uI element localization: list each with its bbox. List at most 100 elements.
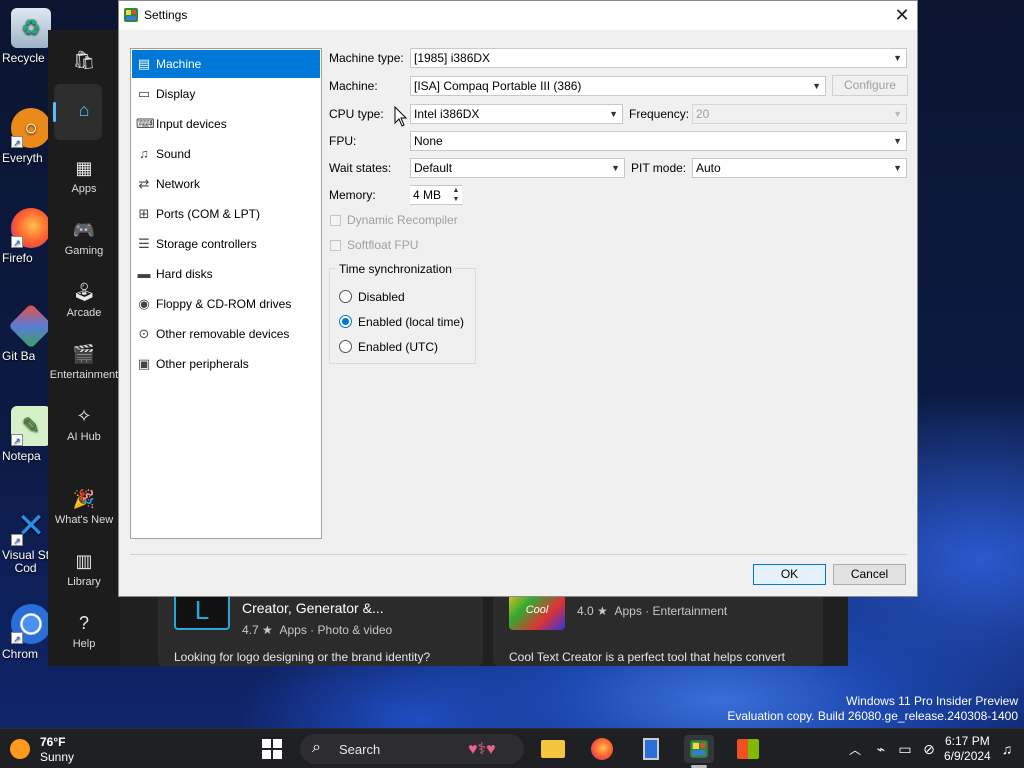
taskbar: 76°F Sunny ⌕ Search ♥⚕♥ ︿ ⌁ ▭ ⊘ 6:17 PM … bbox=[0, 728, 1024, 768]
spin-up-icon[interactable]: ▲ bbox=[450, 186, 462, 195]
rail-item-arcade[interactable]: 🕹 Arcade bbox=[48, 280, 120, 319]
nav-item-input-devices[interactable]: ⌨ Input devices bbox=[132, 110, 320, 138]
frequency-select[interactable]: 20 ▼ bbox=[692, 104, 907, 124]
rail-item-library[interactable]: ▥ Library bbox=[48, 549, 120, 588]
clapper-icon: 🎬 bbox=[72, 344, 96, 364]
fpu-select[interactable]: None ▼ bbox=[410, 131, 907, 151]
nav-item-hard-disks[interactable]: ▬ Hard disks bbox=[132, 260, 320, 288]
settings-dialog: Settings ✕ ▤ Machine ▭ Display ⌨ Input d… bbox=[118, 0, 918, 597]
clock-date: 6/9/2024 bbox=[944, 749, 991, 763]
softfloat-checkbox[interactable] bbox=[330, 240, 341, 251]
nav-item-other-peripherals[interactable]: ▣ Other peripherals bbox=[132, 350, 320, 378]
ok-button[interactable]: OK bbox=[753, 564, 826, 585]
sound-icon: ♫ bbox=[139, 146, 149, 161]
cpu-type-select[interactable]: Intel i386DX ▼ bbox=[410, 104, 623, 124]
time-sync-title: Time synchronization bbox=[337, 262, 454, 276]
memory-spinbox[interactable]: 4 MB ▲ ▼ bbox=[410, 185, 462, 205]
close-button[interactable]: ✕ bbox=[887, 1, 917, 30]
rail-label: Gaming bbox=[64, 245, 104, 257]
machine-icon: ▤ bbox=[137, 56, 151, 71]
rail-item-gaming[interactable]: 🎮 Gaming bbox=[48, 218, 120, 257]
taskbar-firefox[interactable] bbox=[587, 735, 617, 763]
nav-item-storage-controllers[interactable]: ☰ Storage controllers bbox=[132, 230, 320, 258]
notification-bell-icon[interactable]: ♫ bbox=[996, 735, 1018, 763]
start-button[interactable] bbox=[257, 735, 287, 763]
card-category: Photo & video bbox=[317, 623, 393, 637]
rail-item-ai-hub[interactable]: ✧ AI Hub bbox=[48, 404, 120, 443]
taskbar-store[interactable] bbox=[733, 735, 763, 763]
spin-buttons[interactable]: ▲ ▼ bbox=[450, 186, 462, 204]
rail-label: Entertainment bbox=[49, 369, 119, 381]
recycle-bin-icon: ♻ bbox=[11, 8, 51, 48]
desktop-icon-label: Firefo bbox=[2, 251, 33, 265]
desktop-icon-label: Notepa bbox=[2, 449, 41, 463]
taskbar-terminal[interactable] bbox=[636, 735, 666, 763]
desktop-icon-label: Chrom bbox=[2, 647, 39, 661]
machine-type-label: Machine type: bbox=[329, 51, 404, 65]
app-icon bbox=[124, 8, 138, 22]
nav-item-display[interactable]: ▭ Display bbox=[132, 80, 320, 108]
card-category: Apps bbox=[614, 604, 642, 618]
store-app-card[interactable]: Cool 4.0 ★ Apps · Entertainment Cool Tex… bbox=[493, 590, 823, 666]
taskbar-search[interactable]: ⌕ Search ♥⚕♥ bbox=[300, 734, 524, 764]
store-app-card[interactable]: L Creator, Generator &... 4.7 ★ Apps · P… bbox=[158, 590, 483, 666]
rail-item-help[interactable]: ? Help bbox=[48, 611, 120, 650]
nav-item-network[interactable]: ⇄ Network bbox=[132, 170, 320, 198]
volume-icon[interactable]: ⊘ bbox=[918, 735, 940, 763]
fpu-value: None bbox=[414, 134, 443, 148]
chevron-down-icon: ▼ bbox=[812, 81, 821, 91]
dynamic-recompiler-label: Dynamic Recompiler bbox=[347, 213, 458, 227]
nav-item-label: Other peripherals bbox=[156, 357, 249, 371]
wait-states-select[interactable]: Default ▼ bbox=[410, 158, 625, 178]
dialog-separator bbox=[130, 554, 907, 555]
system-clock[interactable]: 6:17 PM 6/9/2024 bbox=[944, 734, 991, 764]
rail-item-apps[interactable]: ▦ Apps bbox=[48, 156, 120, 195]
nav-item-machine[interactable]: ▤ Machine bbox=[132, 50, 320, 78]
radio-enabled-utc[interactable] bbox=[339, 340, 352, 353]
dialog-titlebar[interactable]: Settings ✕ bbox=[119, 1, 917, 30]
card-category: Entertainment bbox=[652, 604, 728, 618]
apps-icon: ▦ bbox=[75, 158, 93, 178]
desktop-icon-label: Recycle bbox=[2, 51, 45, 65]
rail-item-entertainment[interactable]: 🎬 Entertainment bbox=[48, 342, 120, 381]
machine-type-select[interactable]: [1985] i386DX ▼ bbox=[410, 48, 907, 68]
taskbar-file-explorer[interactable] bbox=[538, 735, 568, 763]
nav-item-removable-devices[interactable]: ⊙ Other removable devices bbox=[132, 320, 320, 348]
radio-enabled-local[interactable] bbox=[339, 315, 352, 328]
nav-item-label: Display bbox=[156, 87, 196, 101]
settings-category-list: ▤ Machine ▭ Display ⌨ Input devices ♫ So… bbox=[130, 48, 322, 539]
nav-item-sound[interactable]: ♫ Sound bbox=[132, 140, 320, 168]
taskbar-86box[interactable] bbox=[684, 735, 714, 763]
nav-item-label: Machine bbox=[156, 57, 202, 71]
machine-select[interactable]: [ISA] Compaq Portable III (386) ▼ bbox=[410, 76, 826, 96]
pit-mode-select[interactable]: Auto ▼ bbox=[692, 158, 907, 178]
rail-label: Help bbox=[72, 638, 96, 650]
spin-down-icon[interactable]: ▼ bbox=[450, 195, 462, 204]
machine-label: Machine: bbox=[329, 79, 378, 93]
radio-disabled[interactable] bbox=[339, 290, 352, 303]
tray-chevron-up-icon[interactable]: ︿ bbox=[844, 735, 866, 763]
desktop-icon-label: Git Ba bbox=[2, 349, 36, 363]
rail-item-whats-new[interactable]: 🎉 What's New bbox=[48, 487, 120, 526]
rail-item-home[interactable]: ⌂ bbox=[48, 98, 120, 125]
frequency-label: Frequency: bbox=[629, 107, 690, 121]
chevron-down-icon: ▼ bbox=[893, 163, 902, 173]
display-icon[interactable]: ▭ bbox=[894, 735, 916, 763]
sun-icon bbox=[10, 739, 30, 759]
search-placeholder: Search bbox=[339, 742, 381, 757]
nav-item-floppy-cdrom[interactable]: ◉ Floppy & CD-ROM drives bbox=[132, 290, 320, 318]
rail-label: Apps bbox=[71, 183, 97, 195]
cpu-type-label: CPU type: bbox=[329, 107, 384, 121]
network-icon[interactable]: ⌁ bbox=[870, 735, 892, 763]
chrome-icon: ↗ bbox=[11, 604, 51, 644]
card-meta: 4.7 ★ Apps · Photo & video bbox=[242, 623, 393, 637]
dynamic-recompiler-checkbox[interactable] bbox=[330, 215, 341, 226]
nav-item-label: Other removable devices bbox=[156, 327, 290, 341]
nav-item-ports[interactable]: ⊞ Ports (COM & LPT) bbox=[132, 200, 320, 228]
configure-button[interactable]: Configure bbox=[832, 75, 908, 96]
floppy-icon: ◉ bbox=[138, 296, 150, 311]
desktop-icon-label: Visual St Cod bbox=[2, 549, 50, 575]
cancel-button[interactable]: Cancel bbox=[833, 564, 906, 585]
fpu-label: FPU: bbox=[329, 134, 357, 148]
firefox-icon bbox=[591, 738, 613, 760]
